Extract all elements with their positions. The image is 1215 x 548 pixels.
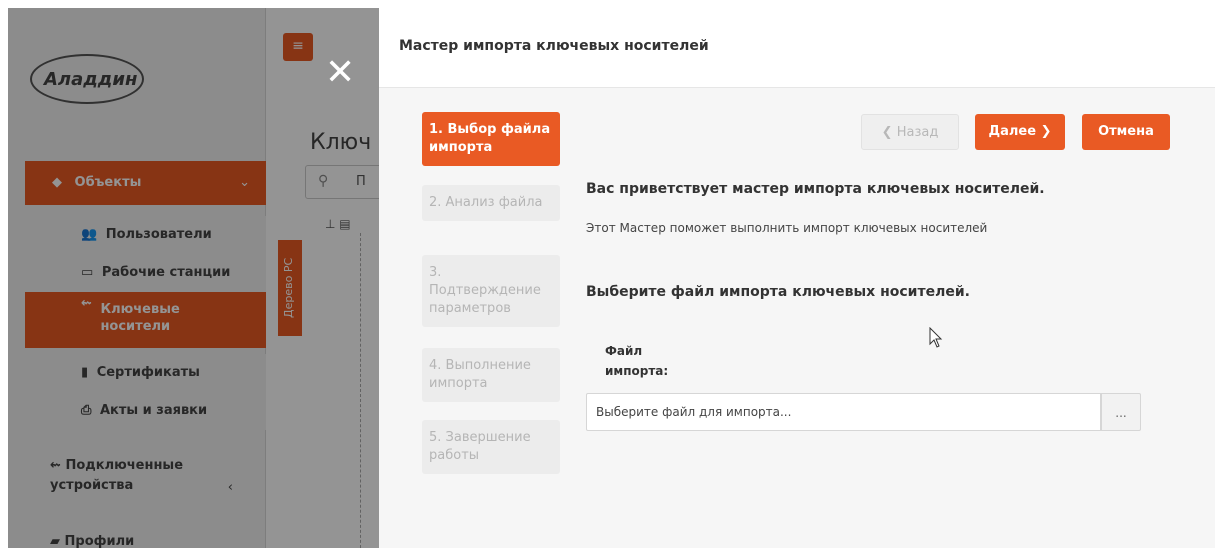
welcome-heading: Вас приветствует мастер импорта ключевых… bbox=[586, 181, 1045, 197]
wizard-description: Этот Мастер поможет выполнить импорт клю… bbox=[586, 221, 988, 235]
wizard-step-4[interactable]: 4. Выполнение импорта bbox=[422, 348, 560, 402]
modal-body: 1. Выбор файла импорта 2. Анализ файла 3… bbox=[379, 88, 1215, 548]
back-button[interactable]: ❮ Назад bbox=[861, 114, 959, 150]
mouse-cursor-icon bbox=[929, 327, 943, 348]
select-file-heading: Выберите файл импорта ключевых носителей… bbox=[586, 284, 970, 300]
modal-backdrop[interactable] bbox=[8, 8, 379, 548]
wizard-step-1[interactable]: 1. Выбор файла импорта bbox=[422, 112, 560, 166]
close-icon[interactable]: ✕ bbox=[325, 55, 355, 91]
file-field-label: Файл импорта: bbox=[605, 344, 669, 378]
file-path-input[interactable]: Выберите файл для импорта... bbox=[586, 393, 1101, 431]
wizard-step-2[interactable]: 2. Анализ файла bbox=[422, 185, 560, 221]
modal-title: Мастер импорта ключевых носителей bbox=[399, 38, 709, 54]
wizard-step-3[interactable]: 3. Подтверждение параметров bbox=[422, 255, 560, 327]
chevron-right-icon: ❯ bbox=[1040, 124, 1052, 139]
modal-header: Мастер импорта ключевых носителей bbox=[379, 8, 1215, 88]
chevron-left-icon: ❮ bbox=[881, 125, 893, 140]
next-button[interactable]: Далее ❯ bbox=[975, 114, 1065, 150]
wizard-step-5[interactable]: 5. Завершение работы bbox=[422, 420, 560, 474]
import-wizard-modal: Мастер импорта ключевых носителей 1. Выб… bbox=[379, 8, 1215, 548]
back-button-label: Назад bbox=[896, 125, 939, 140]
next-button-label: Далее bbox=[988, 124, 1037, 139]
browse-button[interactable]: ... bbox=[1101, 393, 1141, 431]
cancel-button[interactable]: Отмена bbox=[1082, 114, 1170, 150]
